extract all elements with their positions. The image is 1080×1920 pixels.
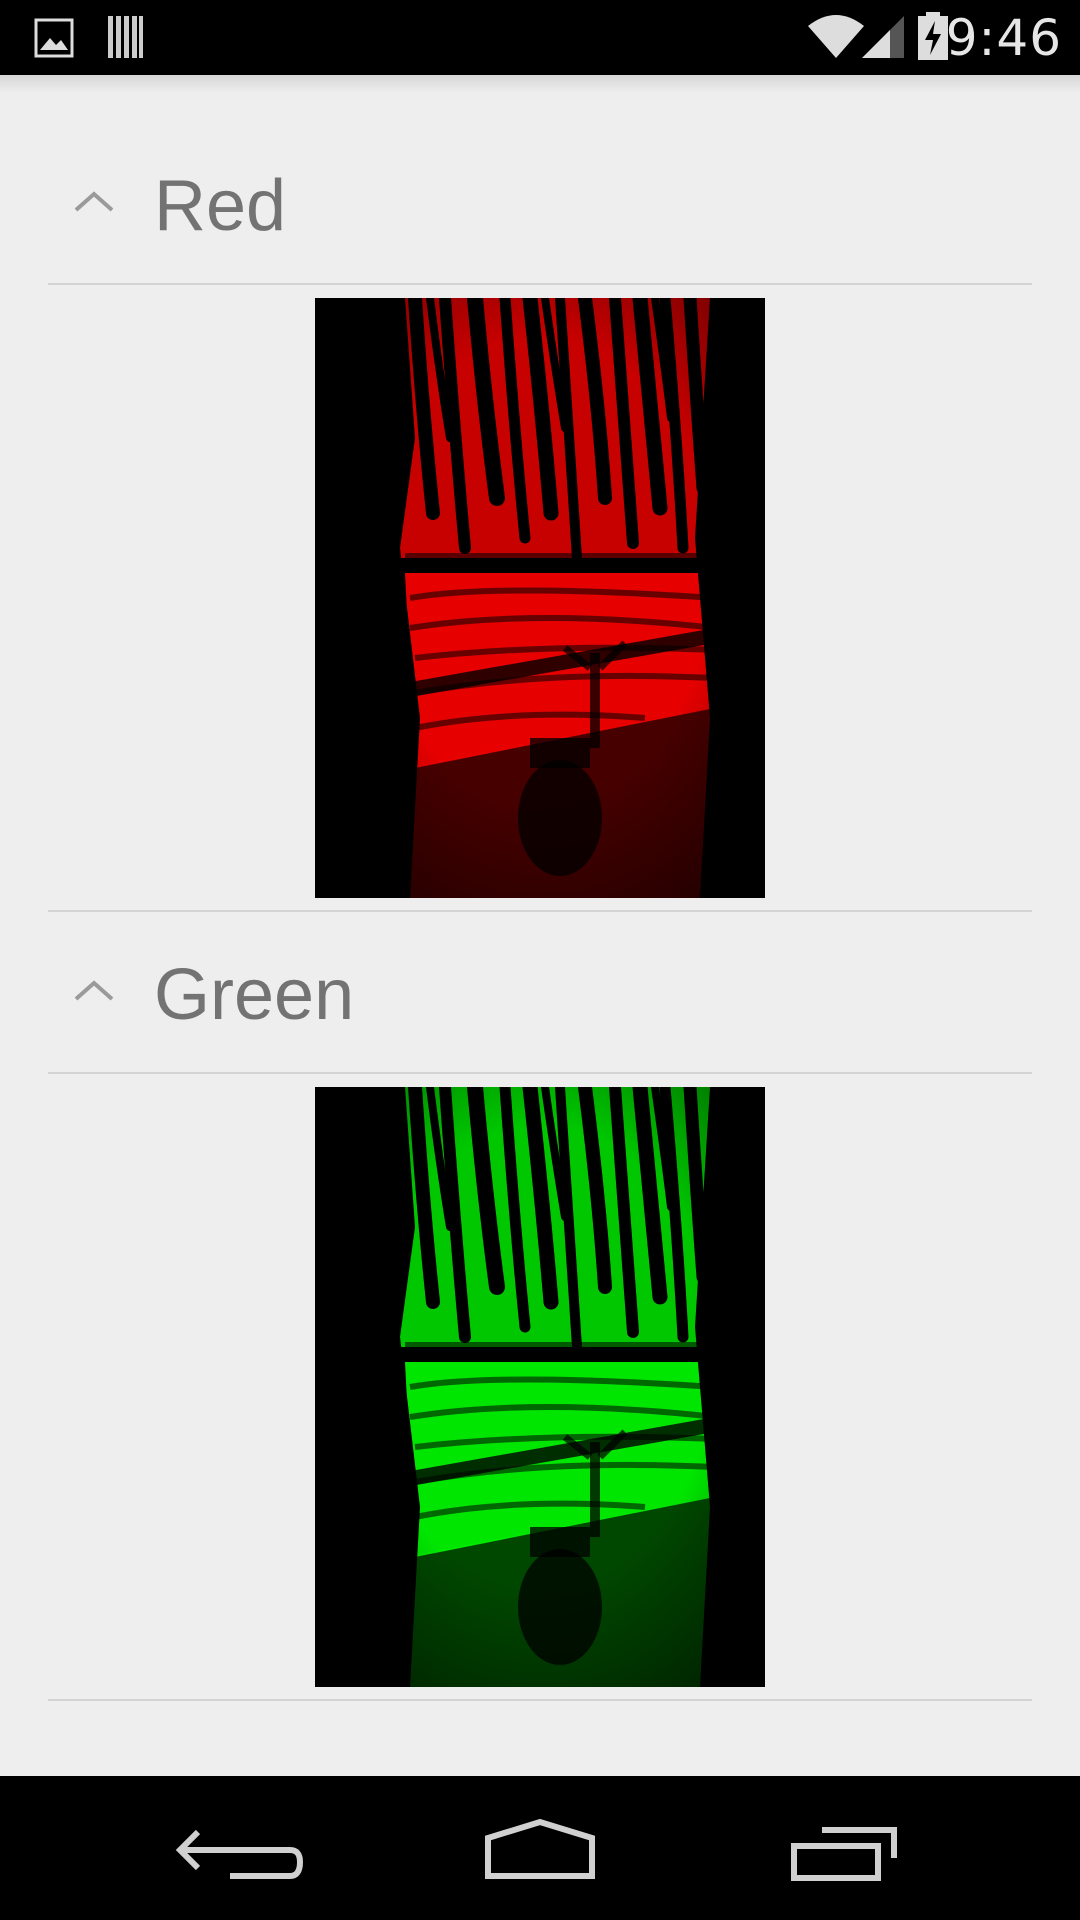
section-title: Red bbox=[154, 166, 287, 246]
status-bar: 9:46 bbox=[0, 0, 1080, 75]
section-header-red[interactable]: Red bbox=[48, 140, 1032, 270]
home-button[interactable] bbox=[440, 1776, 640, 1920]
chevron-up-icon bbox=[74, 980, 114, 1001]
home-icon bbox=[485, 1818, 595, 1879]
barcode-icon bbox=[108, 16, 143, 58]
status-time: 9:46 bbox=[945, 9, 1062, 67]
green-channel-photo bbox=[315, 1087, 765, 1687]
divider bbox=[48, 1072, 1032, 1074]
section-header-green[interactable]: Green bbox=[48, 929, 1032, 1059]
divider bbox=[48, 283, 1032, 285]
back-button[interactable] bbox=[140, 1776, 340, 1920]
section-title: Green bbox=[154, 955, 355, 1035]
recents-button[interactable] bbox=[742, 1776, 942, 1920]
recents-icon bbox=[791, 1827, 897, 1881]
chevron-up-icon bbox=[74, 191, 114, 212]
navigation-bar bbox=[0, 1776, 1080, 1920]
divider bbox=[48, 1699, 1032, 1701]
divider bbox=[48, 910, 1032, 912]
back-icon bbox=[175, 1829, 304, 1879]
status-bar-shadow bbox=[0, 75, 1080, 93]
image-icon bbox=[34, 18, 74, 58]
signal-icon bbox=[862, 16, 904, 58]
wifi-icon bbox=[808, 15, 864, 58]
red-channel-photo bbox=[315, 298, 765, 898]
